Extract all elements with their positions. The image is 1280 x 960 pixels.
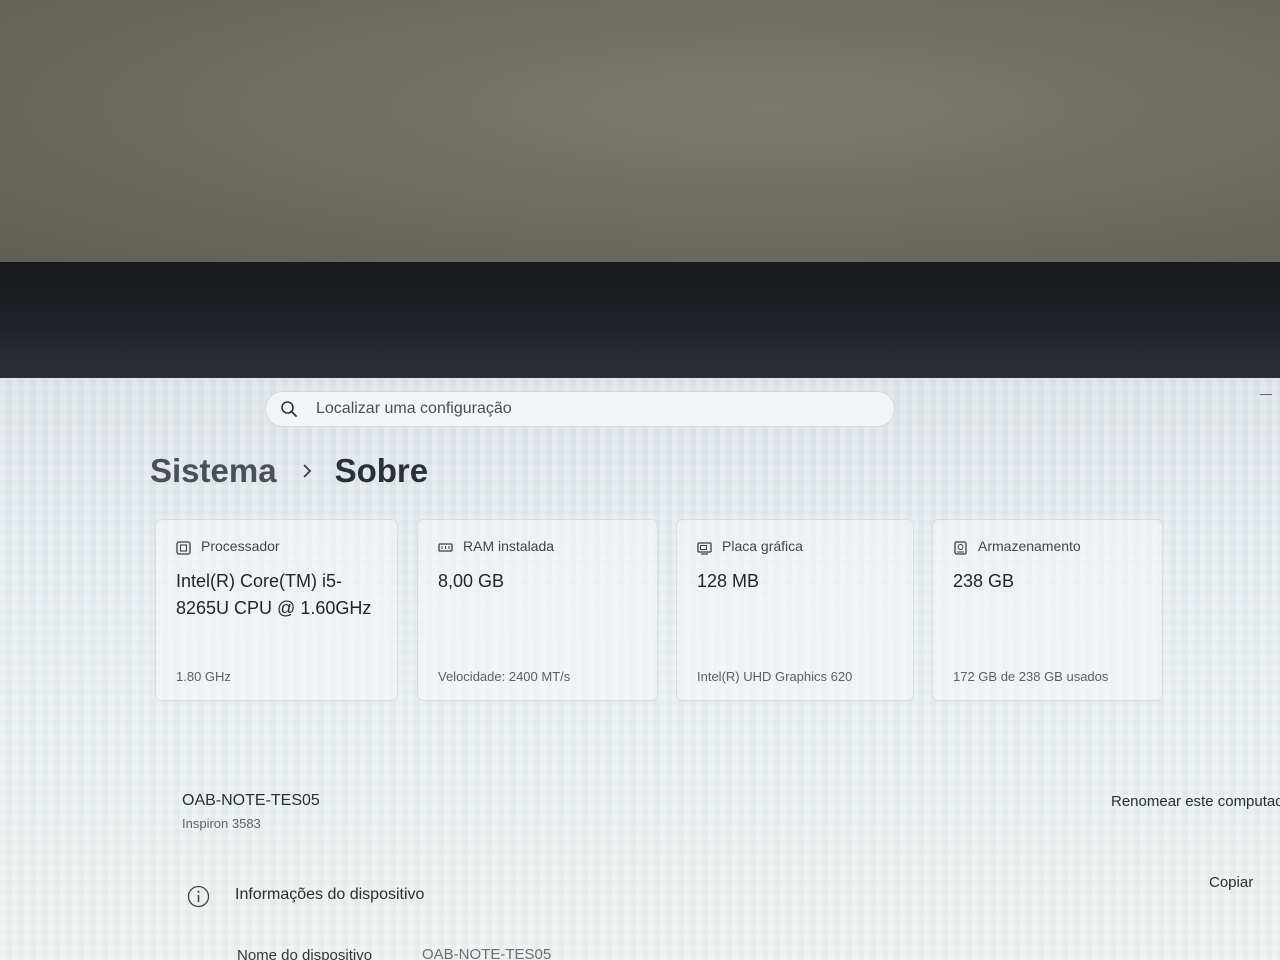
storage-icon bbox=[954, 541, 967, 555]
spec-title: Placa gráfica bbox=[722, 538, 803, 554]
spec-sub: Intel(R) UHD Graphics 620 bbox=[697, 669, 853, 684]
spec-card-ram: RAM instalada 8,00 GB Velocidade: 2400 M… bbox=[417, 519, 658, 701]
spec-card-processor: Processador Intel(R) Core(TM) i5-8265U C… bbox=[155, 519, 398, 701]
spec-title: Armazenamento bbox=[978, 538, 1081, 554]
device-name: OAB-NOTE-TES05 bbox=[182, 792, 320, 809]
search-box[interactable] bbox=[265, 391, 895, 427]
spec-card-storage: Armazenamento 238 GB 172 GB de 238 GB us… bbox=[932, 519, 1163, 701]
property-value: OAB-NOTE-TES05 bbox=[422, 946, 552, 960]
search-icon bbox=[281, 401, 297, 417]
spec-value: 238 GB bbox=[953, 571, 1015, 591]
settings-window: Sistema Sobre Processador Intel(R) Core(… bbox=[0, 378, 1280, 960]
background-wall bbox=[0, 0, 1280, 268]
search-input[interactable] bbox=[314, 399, 894, 419]
property-label: Nome do dispositivo bbox=[237, 947, 373, 960]
info-icon bbox=[187, 885, 210, 908]
spec-value: Intel(R) Core(TM) i5-8265U CPU @ 1.60GHz bbox=[176, 571, 372, 618]
spec-title: RAM instalada bbox=[463, 538, 555, 554]
minimize-icon[interactable] bbox=[1260, 394, 1272, 395]
spec-value: 8,00 GB bbox=[438, 571, 505, 591]
copy-button[interactable]: Copiar bbox=[1209, 874, 1253, 891]
rename-computer-button[interactable]: Renomear este computador bbox=[1111, 793, 1280, 810]
device-model: Inspiron 3583 bbox=[182, 816, 261, 831]
page-title: Sobre bbox=[334, 452, 429, 489]
monitor-bezel bbox=[0, 262, 1280, 382]
spec-value: 128 MB bbox=[697, 571, 760, 591]
processor-icon bbox=[176, 541, 191, 555]
spec-sub: 1.80 GHz bbox=[176, 669, 231, 684]
device-info-section[interactable]: Informações do dispositivo bbox=[235, 886, 424, 904]
breadcrumb-parent[interactable]: Sistema bbox=[150, 452, 277, 490]
spec-card-graphics: Placa gráfica 128 MB Intel(R) UHD Graphi… bbox=[676, 519, 914, 701]
graphics-card-icon bbox=[697, 542, 712, 555]
ram-icon bbox=[438, 543, 453, 552]
spec-sub: 172 GB de 238 GB usados bbox=[953, 669, 1109, 684]
breadcrumb: Sistema Sobre bbox=[150, 452, 428, 490]
spec-sub: Velocidade: 2400 MT/s bbox=[438, 669, 571, 684]
chevron-right-icon bbox=[302, 464, 311, 478]
spec-title: Processador bbox=[201, 538, 280, 554]
